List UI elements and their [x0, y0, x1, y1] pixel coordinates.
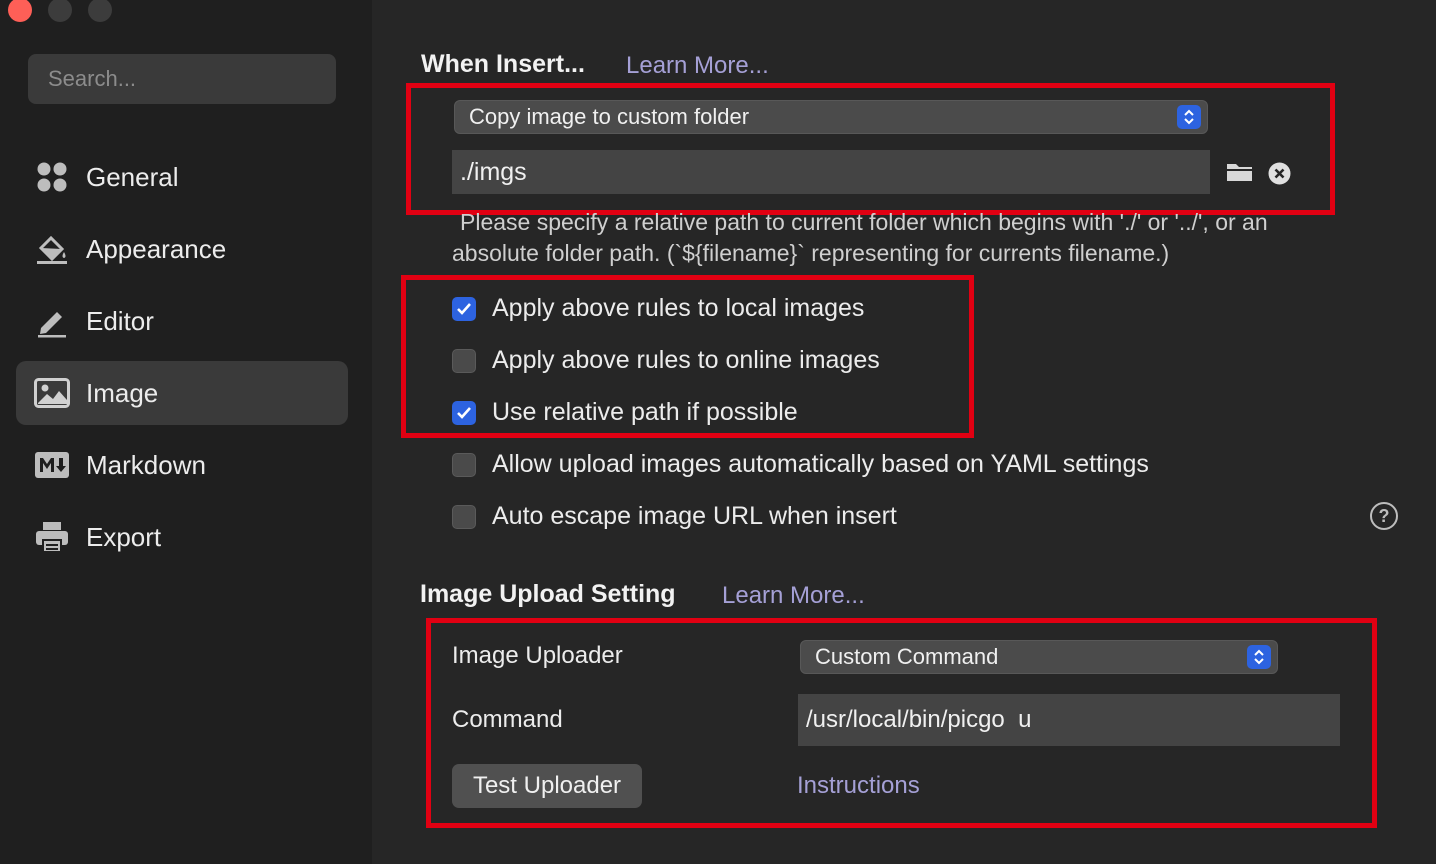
sidebar-item-label: Image: [86, 377, 159, 408]
minimize-window-button[interactable]: [48, 0, 72, 22]
test-uploader-button[interactable]: Test Uploader: [452, 764, 642, 808]
checkbox-checked[interactable]: [452, 296, 476, 321]
option-relative-path[interactable]: Use relative path if possible: [452, 398, 798, 427]
sidebar-item-image[interactable]: Image: [16, 361, 348, 425]
sidebar-item-label: General: [86, 161, 179, 192]
zoom-window-button[interactable]: [88, 0, 112, 22]
clear-icon[interactable]: [1268, 162, 1291, 190]
sidebar-item-label: Editor: [86, 305, 154, 336]
upload-learn-more-link[interactable]: Learn More...: [722, 582, 865, 610]
checkbox-unchecked[interactable]: [452, 348, 476, 373]
option-online-images[interactable]: Apply above rules to online images: [452, 346, 880, 375]
instructions-link[interactable]: Instructions: [797, 772, 920, 800]
printer-icon: [34, 519, 70, 555]
upload-setting-title: Image Upload Setting: [420, 580, 676, 608]
markdown-icon: [34, 447, 70, 483]
option-label: Apply above rules to online images: [492, 346, 880, 374]
command-value: /usr/local/bin/picgo u: [806, 706, 1032, 733]
sidebar-item-editor[interactable]: Editor: [16, 289, 348, 353]
image-icon: [34, 375, 70, 411]
image-uploader-value: Custom Command: [815, 644, 999, 669]
folder-path-value: ./imgs: [460, 157, 527, 186]
command-label: Command: [452, 706, 563, 733]
general-icon: [34, 159, 70, 195]
sidebar: General Appearance Editor Image Markdown: [0, 0, 372, 864]
sidebar-item-label: Export: [86, 521, 162, 552]
close-window-button[interactable]: [8, 0, 32, 22]
command-field[interactable]: /usr/local/bin/picgo u: [798, 694, 1340, 746]
option-label: Allow upload images automatically based …: [492, 450, 1149, 478]
option-label: Apply above rules to local images: [492, 294, 865, 322]
sidebar-item-label: Appearance: [86, 233, 227, 264]
sidebar-item-label: Markdown: [86, 449, 206, 480]
sidebar-item-appearance[interactable]: Appearance: [16, 217, 348, 281]
folder-hint-line2: absolute folder path. (`${filename}` rep…: [452, 240, 1170, 266]
paint-bucket-icon: [34, 231, 70, 267]
image-settings-panel: When Insert... Learn More... Copy image …: [372, 0, 1436, 864]
insert-action-value: Copy image to custom folder: [469, 104, 750, 129]
stepper-arrows-icon: [1177, 105, 1201, 129]
pencil-icon: [34, 303, 70, 339]
folder-path-field[interactable]: ./imgs: [452, 150, 1210, 194]
option-local-images[interactable]: Apply above rules to local images: [452, 294, 864, 323]
help-icon[interactable]: ?: [1370, 502, 1398, 530]
checkbox-checked[interactable]: [452, 400, 476, 425]
when-insert-title: When Insert...: [421, 50, 585, 78]
when-insert-learn-more-link[interactable]: Learn More...: [626, 52, 769, 80]
option-yaml-upload[interactable]: Allow upload images automatically based …: [452, 450, 1149, 479]
checkbox-unchecked[interactable]: [452, 452, 476, 477]
settings-nav: General Appearance Editor Image Markdown: [16, 145, 348, 577]
option-label: Auto escape image URL when insert: [492, 502, 897, 530]
option-label: Use relative path if possible: [492, 398, 798, 426]
image-uploader-label: Image Uploader: [452, 642, 623, 669]
stepper-arrows-icon: [1247, 645, 1271, 669]
image-uploader-select[interactable]: Custom Command: [800, 640, 1278, 674]
insert-action-select[interactable]: Copy image to custom folder: [454, 100, 1208, 134]
sidebar-item-general[interactable]: General: [16, 145, 348, 209]
option-escape-url[interactable]: Auto escape image URL when insert: [452, 502, 897, 531]
checkbox-unchecked[interactable]: [452, 504, 476, 529]
sidebar-item-markdown[interactable]: Markdown: [16, 433, 348, 497]
sidebar-item-export[interactable]: Export: [16, 505, 348, 569]
search-input[interactable]: [28, 54, 336, 104]
window-controls: [8, 0, 112, 22]
folder-icon[interactable]: [1226, 160, 1254, 189]
folder-hint-line1: Please specify a relative path to curren…: [460, 209, 1268, 235]
